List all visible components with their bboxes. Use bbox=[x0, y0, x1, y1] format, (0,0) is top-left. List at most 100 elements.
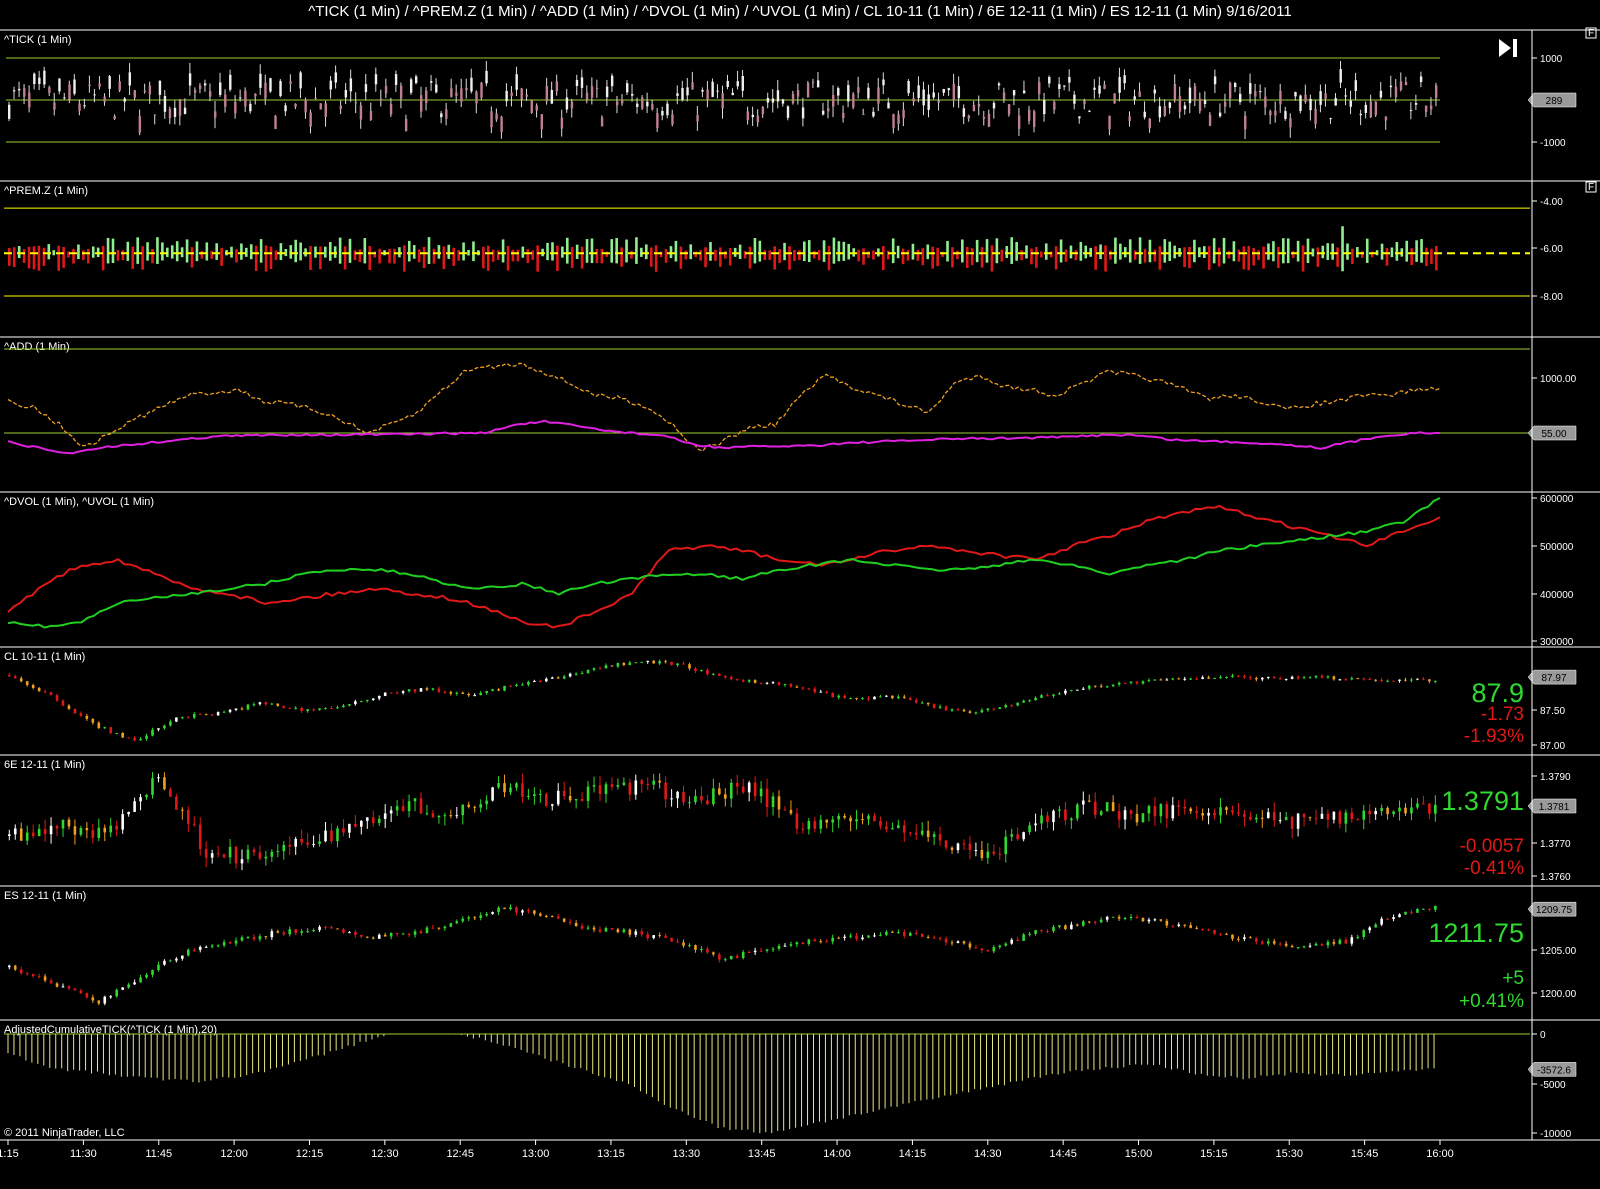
premz-bar bbox=[324, 246, 327, 258]
tick-candle bbox=[445, 109, 448, 119]
tick-candle bbox=[364, 84, 368, 93]
tick-candle bbox=[882, 79, 885, 86]
cl-candle bbox=[264, 702, 268, 705]
tick-candle bbox=[354, 102, 358, 104]
6e-candle bbox=[1135, 813, 1139, 823]
6e-candle bbox=[771, 796, 775, 807]
panel-flag-label: F bbox=[1588, 28, 1594, 39]
6e-candle bbox=[1278, 820, 1282, 822]
tick-candle bbox=[1289, 118, 1292, 128]
es-candle bbox=[515, 907, 518, 913]
premz-bar bbox=[511, 249, 515, 262]
es-candle bbox=[992, 947, 996, 952]
premz-bar bbox=[195, 241, 199, 262]
tick-candle bbox=[1183, 105, 1187, 110]
6e-candle bbox=[1099, 811, 1103, 815]
tick-candle bbox=[847, 85, 850, 102]
premz-bar bbox=[886, 250, 890, 260]
6e-candle bbox=[765, 788, 769, 807]
cl-candle bbox=[998, 707, 1002, 709]
6e-candle bbox=[789, 809, 793, 814]
premz-bar bbox=[906, 250, 910, 261]
6e-candle bbox=[825, 819, 829, 823]
6e-candle bbox=[1368, 810, 1371, 815]
cl-candle bbox=[1356, 678, 1360, 680]
tick-candle bbox=[827, 108, 830, 112]
premz-bar bbox=[1094, 246, 1097, 270]
multi-panel-chart[interactable]: ^TICK (1 Min) 1000 0 -1000 289 ^PREM.Z (1 Min… bbox=[0, 0, 1600, 1184]
es-candle bbox=[658, 935, 661, 937]
es-candle bbox=[324, 926, 327, 928]
tick-candle bbox=[610, 75, 614, 87]
es-last-value-label: 1209.75 bbox=[1536, 905, 1573, 916]
6e-candle bbox=[682, 791, 685, 803]
es-candle bbox=[1040, 930, 1043, 932]
cl-candle bbox=[509, 685, 512, 687]
es-candle bbox=[628, 929, 632, 935]
panel-cl: CL 10-11 (1 Min) 87.50 87.00 87.97 bbox=[0, 651, 1600, 756]
premz-bar bbox=[1173, 245, 1176, 259]
tick-candle bbox=[1163, 106, 1167, 116]
tick-candle bbox=[1078, 116, 1081, 119]
tick-candle bbox=[776, 90, 780, 102]
6e-candle bbox=[449, 815, 453, 817]
premz-bar bbox=[630, 250, 633, 259]
tick-candle bbox=[1334, 98, 1337, 106]
6e-candle bbox=[521, 783, 524, 797]
6e-candle bbox=[1326, 813, 1330, 820]
es-candle bbox=[192, 949, 196, 951]
premz-bar bbox=[136, 237, 139, 264]
6e-candle bbox=[1022, 832, 1025, 840]
6e-candle bbox=[121, 814, 124, 830]
6e-candle bbox=[306, 842, 309, 845]
tick-candle bbox=[570, 101, 574, 109]
premz-bar bbox=[1079, 241, 1083, 261]
skip-to-end-button[interactable] bbox=[1494, 33, 1524, 63]
cl-candle bbox=[151, 729, 154, 736]
premz-bar bbox=[403, 245, 406, 272]
es-candle bbox=[1410, 911, 1413, 913]
6e-candle bbox=[1087, 800, 1091, 802]
es-candle bbox=[389, 932, 393, 937]
premz-bar bbox=[175, 241, 179, 262]
tick-candle bbox=[103, 96, 106, 102]
y-tick-label: 87.50 bbox=[1540, 706, 1565, 717]
6e-candle bbox=[133, 801, 136, 812]
panel-cumtick: AdjustedCumulativeTICK(^TICK (1 Min),20)… bbox=[0, 1024, 1600, 1141]
premz-bar bbox=[783, 242, 786, 261]
tick-candle bbox=[510, 92, 513, 97]
6e-candle bbox=[1284, 817, 1288, 821]
6e-candle bbox=[1255, 817, 1258, 820]
premz-bar bbox=[644, 244, 648, 260]
cl-candle bbox=[127, 737, 130, 739]
tick-candle bbox=[641, 97, 644, 109]
tick-candle bbox=[1058, 84, 1061, 89]
6e-candle bbox=[425, 813, 429, 815]
es-candle bbox=[1195, 927, 1198, 929]
chart-window: ^TICK (1 Min) / ^PREM.Z (1 Min) / ^ADD (… bbox=[0, 0, 1600, 1184]
cl-candle bbox=[533, 681, 536, 683]
es-candle bbox=[897, 932, 900, 934]
premz-bar bbox=[1030, 248, 1033, 265]
cl-candle bbox=[1177, 678, 1181, 680]
es-candle bbox=[1398, 914, 1401, 918]
tick-candle bbox=[801, 107, 805, 119]
premz-bar bbox=[170, 245, 174, 259]
6e-candle bbox=[1165, 804, 1169, 819]
es-candle bbox=[1225, 933, 1228, 935]
tick-candle bbox=[1239, 93, 1242, 103]
cl-candle bbox=[741, 680, 745, 682]
tick-candle bbox=[475, 91, 478, 104]
es-candle bbox=[1266, 941, 1270, 944]
cl-candle bbox=[97, 722, 101, 728]
6e-candle bbox=[1010, 834, 1013, 837]
tick-candle bbox=[967, 115, 971, 119]
skip-to-end-icon bbox=[1499, 39, 1517, 57]
premz-bar bbox=[1064, 249, 1068, 262]
6e-candle bbox=[461, 804, 465, 816]
6e-candle bbox=[1290, 817, 1294, 829]
cl-candle bbox=[598, 668, 602, 670]
tick-candle bbox=[1299, 95, 1302, 111]
es-candle bbox=[1171, 925, 1175, 927]
y-tick-label: -1000 bbox=[1540, 138, 1566, 149]
